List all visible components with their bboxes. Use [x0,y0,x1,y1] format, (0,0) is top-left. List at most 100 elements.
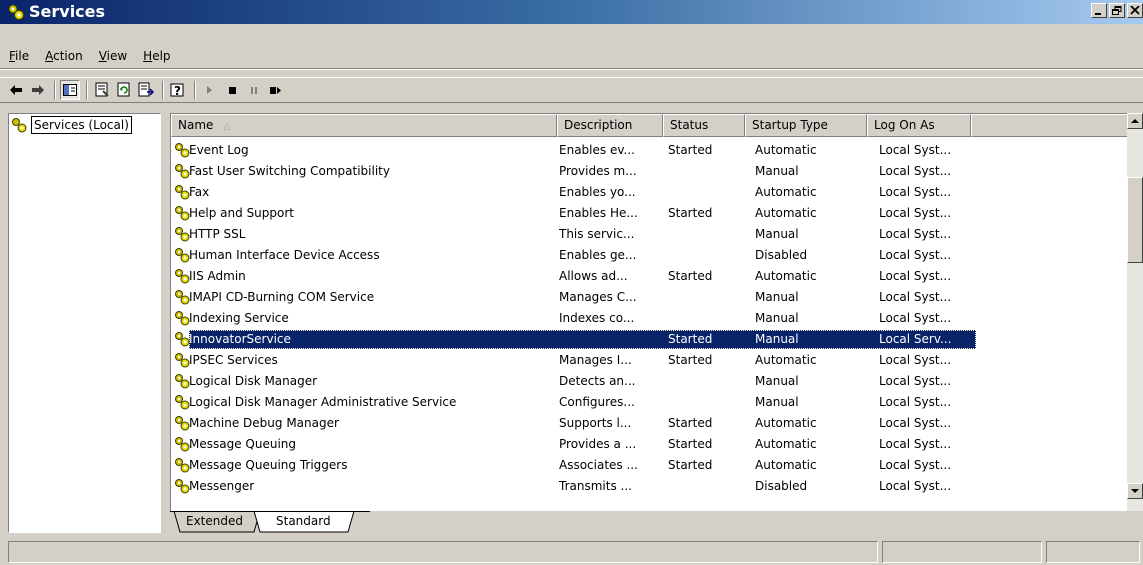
cell-description: Transmits ... [559,479,632,493]
stop-service-icon [229,87,236,94]
cell-description [559,329,657,350]
column-header-name[interactable]: Name △ [171,114,557,137]
cell-startup-type: Manual [755,374,799,388]
column-header-status[interactable]: Status [663,114,745,137]
cell-log-on-as: Local Syst... [879,374,952,388]
column-header-startup-type[interactable]: Startup Type [745,114,867,137]
service-gear-icon [174,457,190,473]
cell-name: Fast User Switching Compatibility [189,164,390,178]
cell-name: Event Log [189,143,249,157]
cell-log-on-as: Local Syst... [879,458,952,472]
cell-name: Message Queuing Triggers [189,458,348,472]
cell-startup-type: Manual [755,311,799,325]
column-header-filler [971,114,1128,137]
menu-action[interactable]: Action [36,46,90,66]
close-icon [1130,6,1140,15]
cell-status [668,287,742,308]
cell-name: Messenger [189,479,255,493]
cell-log-on-as: Local Syst... [879,437,952,451]
service-gear-icon [174,394,190,410]
cell-description: Supports l... [559,416,632,430]
arrow-down-icon [1131,489,1139,493]
tree-item-services-local[interactable]: Services (Local) [11,116,132,134]
cell-name: Help and Support [189,206,294,220]
cell-status: Started [668,269,713,283]
cell-status: Started [668,437,713,451]
menu-file[interactable]: File [0,46,36,66]
scroll-thumb[interactable] [1127,177,1143,263]
back-button[interactable] [6,80,26,100]
cell-description: Enables yo... [559,185,636,199]
cell-status: Started [668,353,713,367]
title-bar[interactable]: Services [0,0,1143,24]
scroll-down-button[interactable] [1127,483,1143,499]
column-header-description[interactable]: Description [557,114,663,137]
cell-status [668,161,742,182]
menu-view[interactable]: View [90,46,134,66]
service-gear-icon [174,478,190,494]
service-gear-icon [174,163,190,179]
cell-status: Started [668,416,713,430]
tab-extended[interactable]: Extended [186,511,243,532]
back-icon [10,85,22,95]
properties-button[interactable] [92,80,112,100]
cell-log-on-as: Local Syst... [879,269,952,283]
minimize-button[interactable] [1091,3,1107,18]
service-gear-icon [174,310,190,326]
sort-ascending-icon: △ [223,122,231,132]
list-header: Name △ Description Status Startup Type Log On… [171,114,1128,138]
tab-standard[interactable]: Standard [276,511,331,532]
cell-log-on-as: Local Syst... [879,290,952,304]
cell-status [668,392,742,413]
tree-pane[interactable]: Services (Local) [8,113,161,533]
help-icon: ? [170,83,184,98]
toolbar: ? [0,77,1143,103]
cell-description: Provides m... [559,164,637,178]
column-header-log-on-as[interactable]: Log On As [867,114,971,137]
cell-name: Logical Disk Manager [189,374,318,388]
toolbar-separator [86,81,88,99]
status-pane-2 [882,541,1042,563]
cell-startup-type: Disabled [755,479,808,493]
scroll-up-button[interactable] [1127,113,1143,129]
vertical-scrollbar[interactable] [1127,113,1143,511]
cell-description: Enables He... [559,206,638,220]
services-list[interactable]: Name △ Description Status Startup Type Log On… [170,113,1143,511]
cell-description: Enables ge... [559,248,637,262]
services-gear-icon [12,118,27,133]
cell-name: Fax [189,185,210,199]
cell-log-on-as: Local Syst... [879,416,952,430]
toolbar-separator [194,81,196,99]
cell-log-on-as: Local Syst... [879,185,952,199]
menu-help[interactable]: Help [134,46,177,66]
export-list-button[interactable] [136,80,156,100]
help-button[interactable]: ? [168,80,188,100]
export-list-icon [138,82,154,97]
cell-log-on-as: Local Syst... [879,206,952,220]
service-gear-icon [174,415,190,431]
restore-icon [1112,6,1122,15]
cell-description: Configures... [559,395,635,409]
cell-name: IPSEC Services [189,353,278,367]
start-service-button[interactable] [200,80,220,100]
svg-text:?: ? [174,84,181,98]
pause-service-button[interactable] [244,80,264,100]
close-button[interactable] [1127,3,1143,18]
restore-button[interactable] [1109,3,1125,18]
minimize-icon [1095,13,1101,15]
services-gear-icon [8,4,24,20]
cell-name: Human Interface Device Access [189,248,380,262]
refresh-button[interactable] [114,80,134,100]
restart-service-button[interactable] [266,80,286,100]
forward-button[interactable] [28,80,48,100]
stop-service-button[interactable] [222,80,242,100]
forward-icon [32,85,44,95]
status-pane-3 [1046,541,1140,563]
cell-description: Indexes co... [559,311,635,325]
status-pane-main [8,541,878,563]
cell-startup-type: Manual [755,164,799,178]
cell-status [668,245,742,266]
cell-log-on-as: Local Syst... [879,227,952,241]
show-hide-tree-button[interactable] [60,80,80,100]
menu-separator [0,68,1143,70]
